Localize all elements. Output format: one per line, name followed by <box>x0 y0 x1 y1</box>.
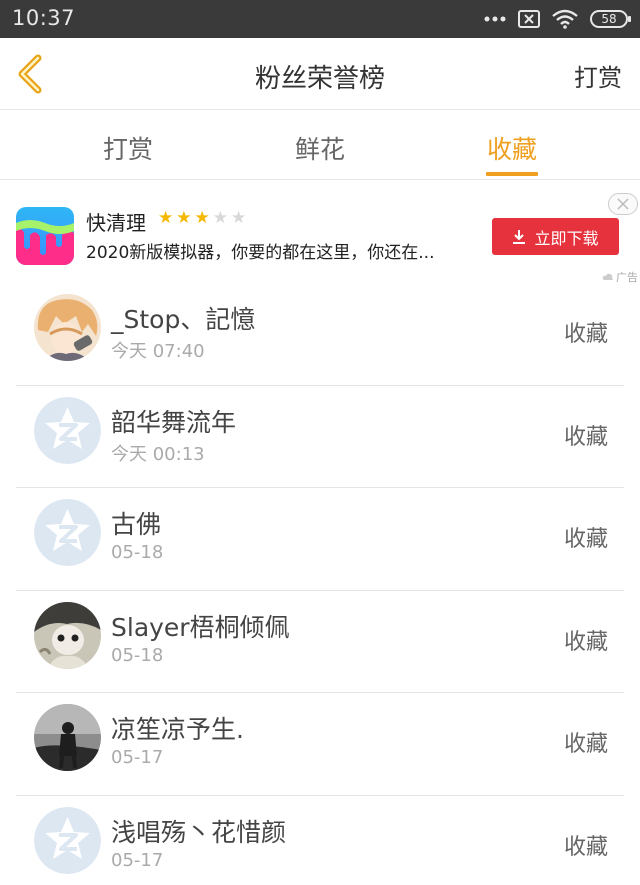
timestamp: 05-17 <box>111 747 164 768</box>
ad-description: 2020新版模拟器，你要的都在这里，你还在... <box>86 243 435 263</box>
status-bar: 10:37 58 <box>0 0 640 38</box>
sim-off-icon <box>518 10 540 28</box>
timestamp: 05-18 <box>111 644 164 666</box>
list-item[interactable]: 韶华舞流年 今天 00:13 收藏 <box>0 386 640 488</box>
download-button[interactable]: 立即下载 <box>492 218 619 255</box>
avatar[interactable] <box>34 499 101 566</box>
user-name: 古佛 <box>111 510 162 539</box>
list-item[interactable]: Slayer梧桐倾佩 05-18 收藏 <box>0 591 640 693</box>
app-icon <box>16 207 74 265</box>
more-dots-icon <box>484 16 506 22</box>
ad-app-name: 快清理 <box>86 211 146 235</box>
action-label: 收藏 <box>563 834 608 860</box>
star-empty-icon: ★ <box>231 208 250 228</box>
page-title: 粉丝荣誉榜 <box>254 64 385 94</box>
ad-close-button[interactable] <box>608 193 638 215</box>
wifi-icon <box>552 9 578 29</box>
reward-button[interactable]: 打赏 <box>574 58 622 93</box>
default-avatar-icon <box>34 806 101 874</box>
active-tab-indicator <box>486 172 538 176</box>
avatar[interactable] <box>34 601 101 669</box>
tab-bar: 打赏 鲜花 收藏 <box>0 110 640 180</box>
cloud-icon <box>602 273 613 280</box>
avatar[interactable] <box>34 396 101 464</box>
avatar[interactable] <box>34 806 101 874</box>
list-item[interactable]: 古佛 05-18 收藏 <box>0 488 640 591</box>
action-label: 收藏 <box>563 732 608 757</box>
list-item[interactable]: 浅唱殇丶花惜颜 05-17 收藏 <box>0 796 640 885</box>
user-name: 浅唱殇丶花惜颜 <box>111 817 287 847</box>
status-icons: 58 <box>484 8 631 30</box>
nav-bar: 粉丝荣誉榜 打赏 <box>0 38 640 110</box>
tab-favorites[interactable]: 收藏 <box>452 130 572 166</box>
list-item[interactable]: _Stop、記憶 今天 07:40 收藏 <box>0 283 640 386</box>
avatar[interactable] <box>34 294 101 361</box>
action-label: 收藏 <box>563 322 608 347</box>
action-label: 收藏 <box>563 629 608 655</box>
tab-flowers[interactable]: 鲜花 <box>260 130 380 166</box>
timestamp: 05-18 <box>111 542 164 563</box>
default-avatar-icon <box>34 396 101 464</box>
star-icon: ★ <box>158 208 177 228</box>
avatar[interactable] <box>34 704 101 771</box>
action-label: 收藏 <box>563 527 608 552</box>
download-icon <box>513 229 526 244</box>
ad-banner[interactable]: 快清理 ★★★★★ 2020新版模拟器，你要的都在这里，你还在... 立即下载 … <box>0 181 640 284</box>
status-time: 10:37 <box>12 6 76 30</box>
default-avatar-icon <box>34 499 101 566</box>
user-name: 韶华舞流年 <box>111 407 237 437</box>
action-label: 收藏 <box>563 424 608 450</box>
download-label: 立即下载 <box>534 228 599 248</box>
user-name: 凉笙凉予生. <box>111 715 244 744</box>
timestamp: 05-17 <box>111 849 164 871</box>
user-name: _Stop、記憶 <box>111 305 256 334</box>
ad-rating: ★★★★★ <box>158 208 249 228</box>
star-empty-icon: ★ <box>212 208 231 228</box>
user-name: Slayer梧桐倾佩 <box>111 612 290 642</box>
close-icon <box>617 198 629 210</box>
list-item[interactable]: 凉笙凉予生. 05-17 收藏 <box>0 693 640 796</box>
star-icon: ★ <box>176 208 195 228</box>
timestamp: 今天 07:40 <box>111 341 205 362</box>
tab-reward[interactable]: 打赏 <box>68 130 188 166</box>
timestamp: 今天 00:13 <box>111 443 205 465</box>
star-icon: ★ <box>194 208 213 228</box>
battery-icon: 58 <box>590 10 631 28</box>
fan-list: _Stop、記憶 今天 07:40 收藏 韶华舞流年 今天 00:13 收藏 古… <box>0 283 640 885</box>
